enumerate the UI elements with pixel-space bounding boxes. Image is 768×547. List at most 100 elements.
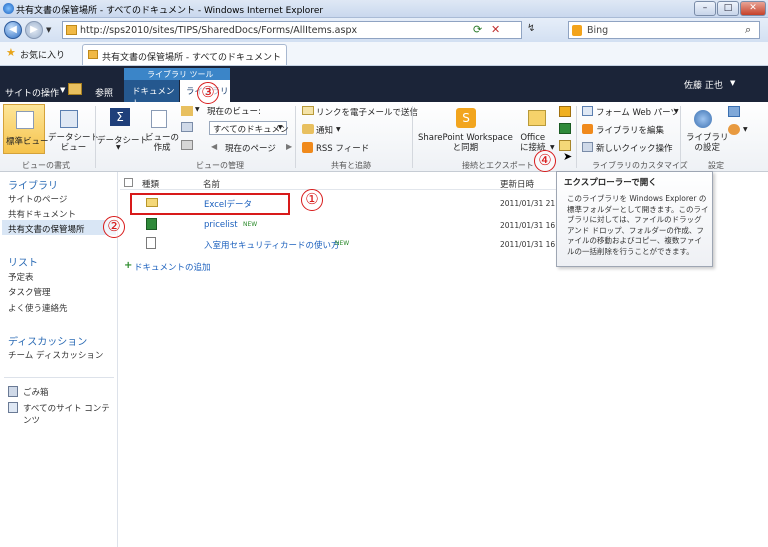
- group-settings: 設定: [708, 161, 724, 170]
- form-web-parts-button[interactable]: フォーム Web パーツ: [596, 106, 679, 118]
- callout-3: ③: [197, 82, 219, 104]
- email-link-button[interactable]: リンクを電子メールで送信: [316, 106, 418, 118]
- quick-launch: ライブラリ サイトのページ 共有ドキュメント 共有文書の保管場所 リスト 予定表…: [0, 172, 118, 547]
- standard-view-button[interactable]: 標準ビュー: [3, 104, 49, 154]
- add-document-link[interactable]: ドキュメントの追加: [134, 261, 211, 273]
- table-row: 入室用セキュリティカードの使い方 NEW 2011/01/31 16: [120, 234, 556, 254]
- new-quick-step-button[interactable]: 新しいクイック操作: [596, 142, 673, 154]
- refresh-icon[interactable]: ⟳: [473, 23, 482, 36]
- highlight-excel-data: [130, 193, 290, 215]
- user-menu-arrow-icon: ▼: [730, 79, 736, 87]
- row-name-link[interactable]: 入室用セキュリティカードの使い方: [204, 239, 340, 251]
- search-text: Bing: [587, 25, 609, 36]
- favorites-label[interactable]: お気に入り: [20, 48, 65, 61]
- search-box[interactable]: Bing ⌕: [568, 21, 760, 39]
- nav-item-calendar[interactable]: 予定表: [8, 271, 34, 283]
- favorites-star-icon[interactable]: ★: [6, 46, 16, 59]
- create-view-label: ビューの 作成: [145, 133, 180, 153]
- recycle-bin-icon: [8, 386, 18, 397]
- nav-item-contacts[interactable]: よく使う連絡先: [8, 302, 68, 314]
- close-button[interactable]: ✕: [740, 1, 766, 16]
- ie-icon: [3, 3, 14, 14]
- nav-item-shared-storage[interactable]: 共有文書の保管場所: [8, 223, 85, 235]
- compat-icon[interactable]: ↯: [527, 23, 535, 34]
- tooltip-title: エクスプローラーで開く: [564, 178, 657, 188]
- group-share-track: 共有と追跡: [331, 161, 371, 170]
- nav-heading-discussions[interactable]: ディスカッション: [8, 333, 87, 348]
- callout-1: ①: [301, 189, 323, 211]
- outlook-icon[interactable]: [559, 106, 571, 117]
- maximize-button[interactable]: □: [717, 1, 739, 16]
- next-page-icon[interactable]: ▶: [286, 142, 292, 151]
- mouse-cursor-icon: ➤: [563, 150, 573, 163]
- nav-divider: [4, 377, 114, 378]
- form-web-parts-icon: [582, 106, 593, 116]
- nav-heading-libraries[interactable]: ライブラリ: [8, 177, 58, 192]
- office-connect-button[interactable]: Office に接続 ▼: [518, 104, 556, 156]
- back-button[interactable]: ◀: [4, 21, 22, 39]
- sigma-icon: Σ: [110, 108, 130, 126]
- current-page-label: 現在のページ: [225, 144, 276, 154]
- group-customize: ライブラリのカスタマイズ: [592, 161, 688, 170]
- nav-item-recycle-bin[interactable]: ごみ箱: [23, 386, 49, 398]
- modify-view-icon[interactable]: [181, 106, 193, 116]
- sharepoint-workspace-label: SharePoint Workspace と同期: [418, 133, 513, 153]
- excel-export-icon[interactable]: [559, 123, 571, 134]
- navigate-up-icon[interactable]: [68, 83, 82, 95]
- row-name-link[interactable]: pricelist: [204, 220, 238, 230]
- stop-icon[interactable]: ✕: [491, 23, 500, 36]
- explorer-tooltip: エクスプローラーで開く このライブラリを Windows Explorer の標…: [556, 171, 713, 267]
- window-titlebar: 共有文書の保管場所 - すべてのドキュメント - Windows Interne…: [0, 0, 768, 18]
- user-menu[interactable]: 佐藤 正也: [684, 78, 723, 91]
- bing-logo-icon: [572, 25, 582, 36]
- office-connect-icon: [528, 110, 546, 126]
- search-icon[interactable]: ⌕: [745, 23, 751, 37]
- select-all-checkbox[interactable]: [124, 178, 133, 187]
- workflow-settings-icon[interactable]: [728, 124, 740, 135]
- url-input[interactable]: http://sps2010/sites/TIPS/SharedDocs/For…: [62, 21, 522, 39]
- library-settings-icon: [694, 110, 712, 128]
- rss-icon: [302, 142, 313, 153]
- tab-page-icon: [88, 50, 98, 59]
- datasheet-view-label: データシート ビュー: [48, 133, 100, 153]
- browser-tab[interactable]: 共有文書の保管場所 - すべてのドキュメント: [82, 44, 287, 65]
- nav-item-team-discussion[interactable]: チーム ディスカッション: [8, 349, 103, 361]
- library-settings-button[interactable]: ライブラリ の設定: [684, 104, 729, 156]
- rss-feed-button[interactable]: RSS フィード: [316, 142, 369, 154]
- library-tools-label: ライブラリ ツール: [147, 70, 214, 79]
- navigate-icon[interactable]: [181, 140, 193, 150]
- datasheet-view-button[interactable]: データシート ビュー: [46, 104, 99, 154]
- library-permissions-icon[interactable]: [728, 106, 740, 117]
- current-view-select[interactable]: すべてのドキュメン ▼: [209, 121, 289, 135]
- datasheet-arrow-icon: ▼: [116, 144, 121, 151]
- edit-library-button[interactable]: ライブラリを編集: [596, 124, 664, 136]
- minimize-button[interactable]: –: [694, 1, 716, 16]
- sharepoint-workspace-button[interactable]: S SharePoint Workspace と同期: [414, 104, 518, 156]
- prev-page-icon[interactable]: ◀: [211, 142, 217, 151]
- document-file-icon: [146, 237, 156, 249]
- ribbon: 標準ビュー データシート ビュー Σ データシート ▼ ビューの 作成 ▼ 現在…: [0, 102, 768, 172]
- nav-item-all-content[interactable]: すべてのサイト コンテンツ: [23, 402, 117, 426]
- new-quick-step-icon: [582, 142, 593, 152]
- nav-heading-lists[interactable]: リスト: [8, 254, 38, 269]
- create-view-button[interactable]: ビューの 作成: [144, 104, 180, 154]
- new-badge: NEW: [335, 240, 350, 247]
- group-view-manage: ビューの管理: [196, 161, 244, 170]
- address-bar-row: ◀ ▶ ▼ http://sps2010/sites/TIPS/SharedDo…: [0, 18, 768, 42]
- forward-button[interactable]: ▶: [25, 21, 43, 39]
- nav-dropdown-icon[interactable]: ▼: [46, 26, 51, 34]
- nav-item-site-pages[interactable]: サイトのページ: [8, 193, 67, 205]
- add-document-plus-icon: +: [124, 260, 133, 271]
- tab-browse[interactable]: 参照: [95, 86, 113, 99]
- alerts-arrow-icon: ▼: [336, 126, 341, 133]
- tab-documents-box[interactable]: ドキュメント: [124, 80, 179, 109]
- current-view-label: 現在のビュー:: [207, 107, 261, 117]
- nav-item-shared-documents[interactable]: 共有ドキュメント: [8, 208, 76, 220]
- datasheet-button[interactable]: Σ データシート ▼: [96, 104, 148, 154]
- create-view-icon: [151, 110, 167, 128]
- office-connect-arrow-icon: ▼: [550, 144, 555, 151]
- site-actions-menu[interactable]: サイトの操作: [5, 86, 59, 99]
- nav-item-tasks[interactable]: タスク管理: [8, 286, 51, 298]
- alerts-button[interactable]: 通知: [316, 124, 333, 136]
- new-column-icon[interactable]: [181, 122, 193, 132]
